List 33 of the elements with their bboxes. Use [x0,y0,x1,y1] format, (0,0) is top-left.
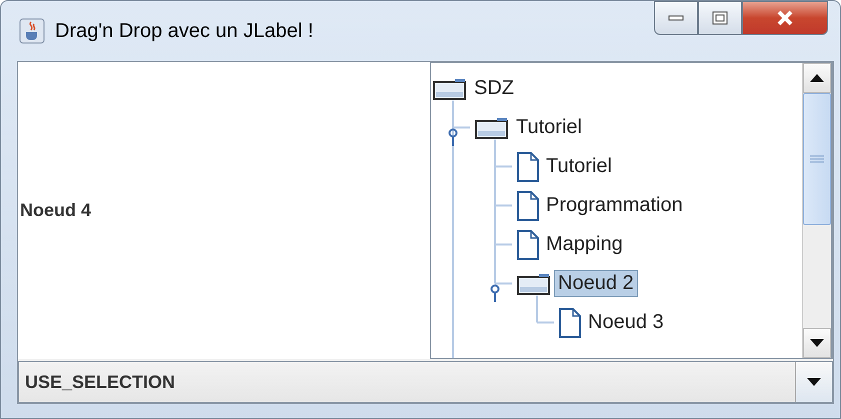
scroll-up-button[interactable] [803,63,831,93]
tree-node[interactable]: Noeud 3 [584,309,668,336]
file-icon [517,190,539,220]
close-icon [776,10,794,26]
folder-icon [475,116,509,138]
maximize-button[interactable] [698,1,742,35]
tree-node[interactable]: Mapping [542,231,627,258]
scrollbar[interactable] [802,63,831,358]
folder-icon [517,272,551,294]
up-arrow-icon [810,74,824,82]
close-button[interactable] [742,1,828,35]
coffee-cup-icon [19,18,45,44]
tree-node[interactable]: Programmation [542,192,687,219]
grip-icon [810,155,824,163]
file-icon [517,152,539,182]
scroll-thumb[interactable] [803,93,831,225]
minimize-button[interactable] [654,1,698,35]
mode-dropdown[interactable]: USE_SELECTION [18,361,833,403]
dropdown-value: USE_SELECTION [24,370,176,394]
tree-node[interactable]: Noeud 2 [554,270,638,297]
file-icon [517,230,539,260]
tree-node[interactable]: Tutoriel [542,153,616,180]
window-title: Drag'n Drop avec un JLabel ! [55,20,314,42]
minimize-icon [668,15,684,21]
scroll-down-button[interactable] [803,328,831,358]
down-arrow-icon [810,339,824,347]
tree-node[interactable]: Tutoriel [512,114,586,141]
folder-icon [433,78,467,100]
maximize-icon [712,11,728,25]
caret-icon [807,378,821,386]
file-icon [559,308,581,338]
drop-label: Noeud 4 [20,200,92,221]
tree-node[interactable]: SDZ [470,75,518,102]
